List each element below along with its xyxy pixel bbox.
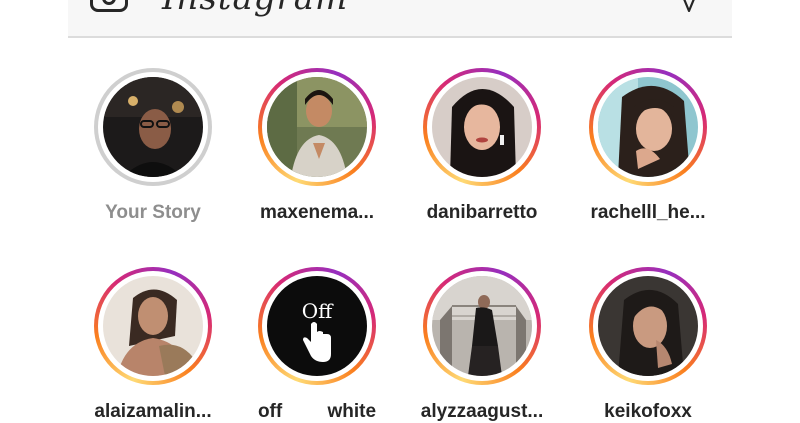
story-ring [94,267,212,385]
avatar [103,77,203,177]
story-username: rachelll_he... [590,202,706,223]
svg-text:Off: Off [302,299,334,323]
story-username: Your Story [105,202,201,223]
avatar [598,276,698,376]
story-ring [423,68,541,186]
story-ring [423,267,541,385]
story-username: maxenema... [259,202,375,223]
avatar [432,77,532,177]
story-ring [94,68,212,186]
avatar [432,276,532,376]
story-ring [589,267,707,385]
avatar [103,276,203,376]
story-username: danibarretto [426,202,538,223]
story-ring [258,68,376,186]
stories-grid: Your Story maxenema... danibarretto rach… [0,0,800,422]
avatar [267,77,367,177]
avatar: Off [267,276,367,376]
avatar [598,77,698,177]
story-ring: Off [258,267,376,385]
story-ring [589,68,707,186]
